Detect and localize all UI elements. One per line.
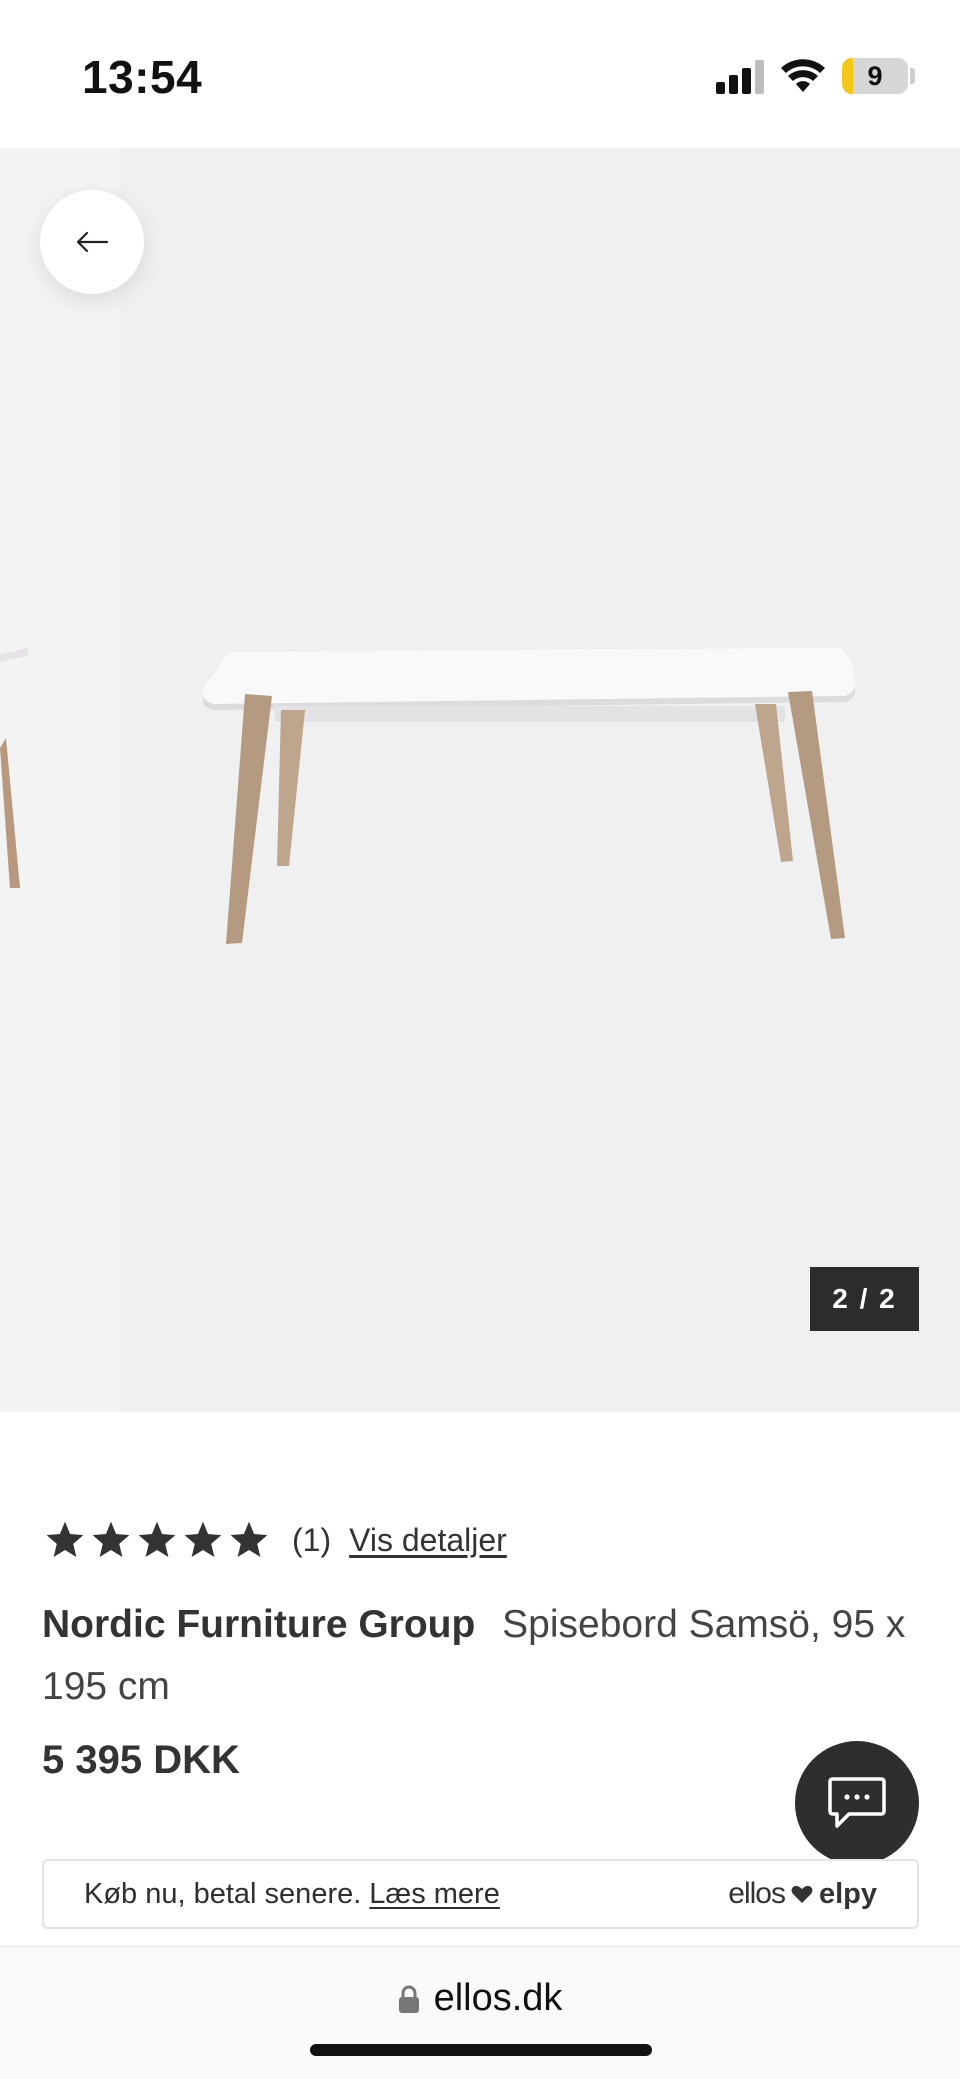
battery-level: 9 — [867, 61, 883, 91]
status-bar: 13:54 9 — [0, 0, 960, 148]
battery-indicator: 9 — [842, 58, 908, 94]
bnpl-text: Køb nu, betal senere. — [84, 1877, 362, 1910]
cellular-signal-icon — [716, 60, 764, 94]
heart-icon — [791, 1885, 813, 1903]
url-text: ellos.dk — [433, 1977, 563, 2019]
elpy-logo: elpy — [818, 1877, 877, 1910]
url-row[interactable]: ellos.dk — [0, 1977, 960, 2020]
product-price: 5 395 DKK — [42, 1738, 240, 1782]
read-more-link[interactable]: Læs mere — [369, 1878, 500, 1911]
star-rating — [44, 1519, 270, 1561]
rating-row: (1) Vis detaljer — [44, 1516, 507, 1564]
product-title: Nordic Furniture Group Spisebord Samsö, … — [42, 1594, 912, 1718]
view-details-link[interactable]: Vis detaljer — [349, 1522, 507, 1559]
bnpl-logos: ellos elpy — [728, 1877, 877, 1911]
status-time: 13:54 — [82, 51, 203, 103]
star-icon — [184, 1521, 222, 1557]
product-image — [0, 648, 855, 944]
review-count: (1) — [292, 1521, 332, 1558]
arrow-left-icon — [76, 231, 109, 253]
star-icon — [138, 1521, 176, 1557]
slide-counter: 2 / 2 — [810, 1267, 919, 1331]
product-gallery[interactable]: 2 / 2 — [0, 148, 960, 1412]
lock-icon — [398, 1985, 419, 2013]
battery-tip — [910, 68, 915, 84]
star-icon — [92, 1521, 130, 1557]
browser-address-bar[interactable]: ellos.dk — [0, 1946, 960, 2079]
ellos-logo: ellos — [728, 1877, 786, 1910]
back-button[interactable] — [40, 190, 144, 294]
bnpl-banner: Køb nu, betal senere. Læs mere ellos elp… — [42, 1859, 919, 1929]
wifi-icon — [781, 59, 825, 92]
star-icon — [230, 1521, 268, 1557]
home-indicator[interactable] — [310, 2044, 652, 2056]
star-icon — [46, 1521, 84, 1557]
chat-button[interactable] — [795, 1741, 919, 1865]
chat-bubble-icon — [828, 1777, 886, 1828]
product-brand[interactable]: Nordic Furniture Group — [42, 1603, 475, 1646]
